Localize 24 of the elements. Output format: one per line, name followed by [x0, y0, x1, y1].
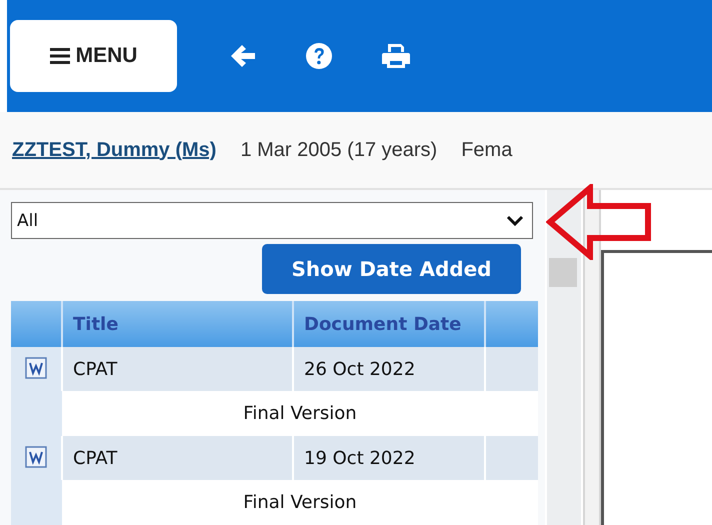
menu-button[interactable]: MENU [10, 20, 177, 92]
header-cell [485, 301, 538, 347]
word-document-icon [25, 357, 47, 379]
table-cell: 19 Oct 2022 [293, 436, 485, 480]
panel-splitter[interactable] [583, 190, 601, 525]
show-date-added-button[interactable]: Show Date Added [262, 244, 521, 294]
filter-dropdown[interactable]: All [11, 202, 533, 239]
scrollbar-thumb[interactable] [549, 258, 577, 287]
table-cell: 26 Oct 2022 [293, 347, 485, 391]
patient-name-link[interactable]: ZZTEST, Dummy (Ms) [12, 138, 216, 162]
word-document-icon [25, 446, 47, 468]
table-cell: CPAT [62, 436, 293, 480]
gender-text: Fema [461, 138, 512, 162]
version-status-cell: Final Version [62, 391, 538, 436]
help-icon[interactable] [305, 42, 333, 70]
table-cell: CPAT [62, 347, 293, 391]
menu-icon [50, 48, 70, 64]
chevron-down-icon [506, 215, 524, 226]
header-cell [11, 301, 62, 347]
print-icon[interactable] [381, 42, 411, 70]
birth-date-text: 1 Mar 2005 (17 years) [240, 138, 438, 162]
filter-value: All [17, 210, 38, 230]
version-status-cell: Final Version [62, 480, 538, 525]
back-arrow-icon[interactable] [229, 43, 257, 69]
